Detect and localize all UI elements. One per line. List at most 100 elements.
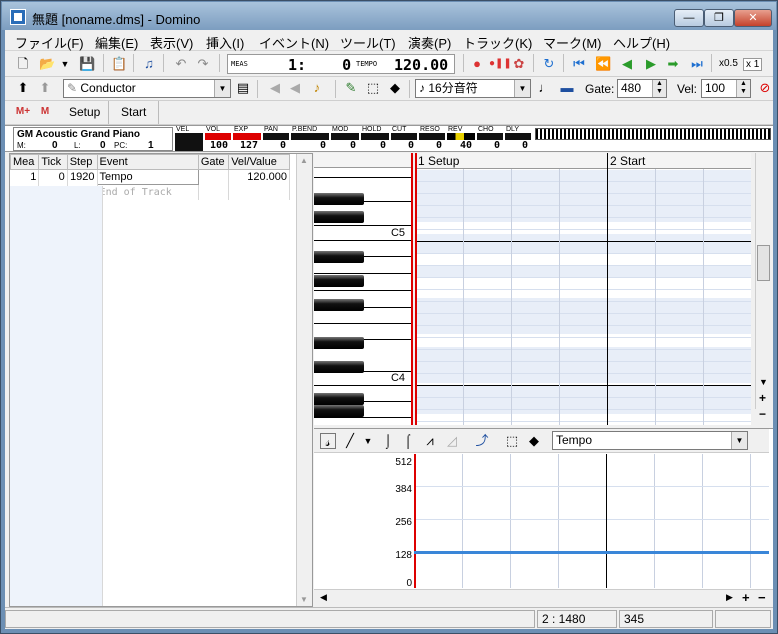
scroll-thumb[interactable] xyxy=(757,245,770,281)
step-icon[interactable]: ⤴ xyxy=(474,433,490,449)
step-record-icon[interactable]: ✿ xyxy=(511,56,527,72)
scroll-right-icon[interactable]: ▶ xyxy=(726,592,733,603)
dotted-note-icon[interactable]: ♩ xyxy=(537,80,553,96)
controller-reso[interactable]: RESO 0 xyxy=(419,126,445,152)
cell-value[interactable]: 120.000 xyxy=(228,169,290,185)
dropdown-icon[interactable]: ▼ xyxy=(360,433,376,449)
cell-event[interactable]: Tempo xyxy=(96,169,199,185)
zoom-in-icon[interactable]: + xyxy=(742,590,750,605)
scroll-down-icon[interactable]: ▼ xyxy=(759,377,768,387)
controller-mod[interactable]: MOD 0 xyxy=(331,126,359,152)
black-key[interactable] xyxy=(314,405,364,417)
black-key[interactable] xyxy=(314,361,364,373)
gate-input[interactable]: 480 ▲ ▼ xyxy=(617,79,667,98)
menu-tools[interactable]: ツール(T) xyxy=(340,33,396,52)
speed-half-button[interactable]: x0.5 xyxy=(719,58,738,69)
cell-mea[interactable]: 1 xyxy=(10,169,40,185)
properties-icon[interactable]: 📋 xyxy=(111,56,127,72)
piano-roll-grid[interactable]: 1 Setup 2 Start ▲ xyxy=(415,153,751,425)
menu-edit[interactable]: 編集(E) xyxy=(95,33,138,52)
controller-exp[interactable]: EXP 127 xyxy=(233,126,261,152)
col-mea[interactable]: Mea xyxy=(9,154,40,170)
control-type-select[interactable]: Tempo ▼ xyxy=(552,431,748,450)
minimize-button[interactable]: — xyxy=(674,9,704,27)
mark-start-button[interactable]: Start xyxy=(109,101,159,124)
chevron-down-icon[interactable]: ▼ xyxy=(731,432,747,449)
col-step[interactable]: Step xyxy=(66,154,98,170)
col-value[interactable]: Vel/Value xyxy=(228,154,290,170)
select-tool-icon[interactable]: ⬚ xyxy=(504,433,520,449)
save-icon[interactable]: 💾 xyxy=(79,56,95,72)
play-icon[interactable]: ▶ xyxy=(643,56,659,72)
zoom-out-icon[interactable]: − xyxy=(758,590,766,605)
eraser-tool-icon[interactable]: ◆ xyxy=(526,433,542,449)
open-dropdown-icon[interactable]: ▼ xyxy=(57,56,73,72)
new-file-icon[interactable]: 🗋 xyxy=(15,56,31,72)
control-plot[interactable] xyxy=(414,454,769,588)
controller-vel[interactable]: VEL xyxy=(175,126,203,152)
go-end-icon[interactable]: ⏭ xyxy=(689,56,705,72)
black-key[interactable] xyxy=(314,193,364,205)
col-event[interactable]: Event xyxy=(96,154,199,170)
close-button[interactable]: ✕ xyxy=(734,9,772,27)
cell-gate[interactable] xyxy=(198,169,230,185)
spin-icon[interactable]: ▲ ▼ xyxy=(652,80,666,97)
stop-icon[interactable]: ⊘ xyxy=(757,80,773,96)
select-tool-icon[interactable]: ⬚ xyxy=(365,80,381,96)
cell-tick[interactable]: 0 xyxy=(38,169,68,185)
forward-icon[interactable]: ➡ xyxy=(665,56,681,72)
black-key[interactable] xyxy=(314,275,364,287)
marker-start[interactable]: 2 Start xyxy=(610,154,645,168)
controller-cut[interactable]: CUT 0 xyxy=(391,126,417,152)
chevron-down-icon[interactable]: ▼ xyxy=(514,80,530,97)
menu-track[interactable]: トラック(K) xyxy=(463,33,532,52)
add-mark-icon[interactable]: M+ xyxy=(15,104,31,120)
controller-dly[interactable]: DLY 0 xyxy=(505,126,531,152)
hscroll[interactable]: ◀ ▶ + − xyxy=(314,589,773,606)
menu-view[interactable]: 表示(V) xyxy=(150,33,193,52)
black-key[interactable] xyxy=(314,211,364,223)
redo-icon[interactable]: ↷ xyxy=(195,56,211,72)
menu-event[interactable]: イベント(N) xyxy=(259,33,329,52)
cell-event[interactable]: End of Track xyxy=(97,184,199,200)
cell-gate[interactable] xyxy=(198,184,230,200)
controller-vol[interactable]: VOL 100 xyxy=(205,126,231,152)
ramp-icon[interactable]: ◿ xyxy=(444,433,460,449)
black-key[interactable] xyxy=(314,251,364,263)
col-tick[interactable]: Tick xyxy=(38,154,68,170)
keyboard-mini[interactable] xyxy=(535,128,771,140)
black-key[interactable] xyxy=(314,299,364,311)
maximize-button[interactable]: ❐ xyxy=(704,9,734,27)
zoom-in-icon[interactable]: + xyxy=(759,391,766,405)
control-graph[interactable]: 512 384 256 128 0 xyxy=(314,454,769,589)
marker-setup[interactable]: 1 Setup xyxy=(418,154,459,168)
pencil-tool-icon[interactable]: ✎ xyxy=(343,80,359,96)
loop-icon[interactable]: ↻ xyxy=(541,56,557,72)
menu-play[interactable]: 演奏(P) xyxy=(408,33,451,52)
controller-cho[interactable]: CHO 0 xyxy=(477,126,503,152)
scroll-left-icon[interactable]: ◀ xyxy=(320,592,327,603)
rewind-icon[interactable]: ⏪ xyxy=(595,56,611,72)
mark-icon[interactable]: M xyxy=(37,104,53,120)
table-row[interactable]: 1 0 1920 Tempo 120.000 xyxy=(10,169,290,185)
controller-hold[interactable]: HOLD 0 xyxy=(361,126,389,152)
chevron-down-icon[interactable]: ▼ xyxy=(214,80,230,97)
next-note-icon[interactable]: ◀ xyxy=(287,80,303,96)
track-list-icon[interactable]: ▤ xyxy=(235,80,251,96)
go-start-icon[interactable]: ⏮ xyxy=(571,56,587,72)
speed-normal-button[interactable]: x 1 xyxy=(743,58,763,71)
menu-insert[interactable]: 挿入(I) xyxy=(206,33,244,52)
open-folder-icon[interactable]: 📂 xyxy=(39,56,55,72)
track-up-icon[interactable]: ⬆ xyxy=(15,80,31,96)
spin-icon[interactable]: ▲ ▼ xyxy=(736,80,750,97)
curve-icon[interactable]: ⌡ xyxy=(380,433,396,449)
back-icon[interactable]: ◀ xyxy=(619,56,635,72)
black-key[interactable] xyxy=(314,337,364,349)
curve2-icon[interactable]: ⌠ xyxy=(400,433,416,449)
mark-setup-button[interactable]: Setup xyxy=(61,101,109,124)
roll-vscroll[interactable]: ▼ + − xyxy=(755,153,771,421)
note-length-select[interactable]: ♪ 16分音符 ▼ xyxy=(415,79,531,98)
cell-step[interactable]: 1920 xyxy=(67,169,98,185)
velocity-tool-icon[interactable]: ♪ xyxy=(309,80,325,96)
scroll-down-icon[interactable]: ▼ xyxy=(300,595,308,604)
